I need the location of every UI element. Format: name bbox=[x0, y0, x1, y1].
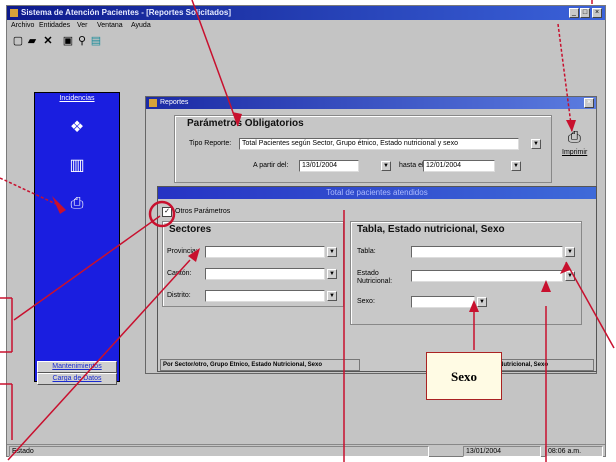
arrowhead-sidebar bbox=[52, 196, 66, 214]
highlight-circle bbox=[148, 200, 176, 228]
arrowhead-tabla bbox=[560, 262, 570, 274]
annotation-overlay bbox=[0, 0, 615, 462]
sexo-callout-label: Sexo bbox=[451, 369, 477, 384]
callout-line-tipo bbox=[191, 0, 239, 127]
sexo-callout: Sexo bbox=[426, 352, 502, 400]
callout-line-tabla bbox=[565, 261, 615, 349]
arrowhead-sexo bbox=[469, 300, 479, 312]
callout-line-provincia bbox=[7, 259, 191, 461]
arrowhead-estado bbox=[541, 280, 551, 292]
callout-line-otros bbox=[13, 215, 161, 321]
callout-line-sidebar bbox=[0, 177, 57, 205]
arrowhead-print bbox=[566, 120, 576, 132]
callout-line-print bbox=[557, 23, 573, 133]
